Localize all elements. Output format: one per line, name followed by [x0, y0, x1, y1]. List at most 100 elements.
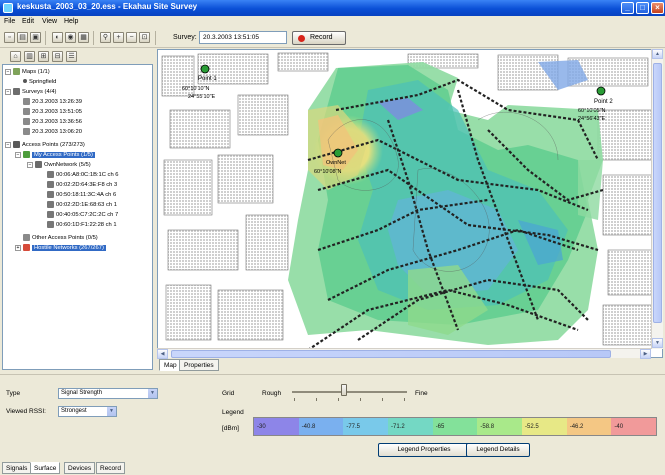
- tree-node-survey[interactable]: 20.3.2003 13:51:05: [23, 108, 82, 118]
- tree-node-ap[interactable]: 00:02:2D:64:3E:F8 ch 3: [47, 181, 117, 191]
- record-button[interactable]: Record: [292, 31, 346, 45]
- slider-tick: [316, 398, 317, 401]
- tree-node-label: Hostile Networks (267/267): [32, 245, 106, 252]
- grid-slider-track[interactable]: [292, 391, 407, 393]
- tab-properties[interactable]: Properties: [179, 359, 219, 371]
- tab-signals[interactable]: Signals: [2, 462, 32, 474]
- zoom-in-icon[interactable]: +: [113, 32, 124, 43]
- tree-filter-icon[interactable]: ☰: [66, 51, 77, 62]
- tree-node-ap-group[interactable]: − OwnNetwork (5/5): [27, 161, 91, 171]
- close-button[interactable]: ×: [651, 2, 664, 14]
- tree-node-label: 00:50:18:11:3C:4A ch 6: [56, 192, 117, 199]
- rough-label: Rough: [262, 390, 282, 397]
- point-2-marker[interactable]: [596, 86, 606, 96]
- open-project-icon[interactable]: ▤: [17, 32, 28, 43]
- map-view[interactable]: Point 1 60°10'10"N 24°55'10"E Point 2 60…: [157, 49, 663, 358]
- tree-node-map-item[interactable]: Springfield: [23, 78, 56, 88]
- tree-node-maps[interactable]: − Maps (1/1): [5, 68, 50, 78]
- survey-select[interactable]: 20.3.2003 13:51:05: [199, 31, 287, 44]
- tree-node-access-points[interactable]: − Access Points (273/273): [5, 141, 85, 151]
- settings-icon[interactable]: ▦: [78, 32, 89, 43]
- tree-node-my-aps[interactable]: − My Access Points (1/5): [15, 151, 95, 161]
- maximize-button[interactable]: □: [636, 2, 649, 14]
- grid-slider-thumb[interactable]: [340, 384, 347, 396]
- tree-node-survey[interactable]: 20.3.2003 13:36:56: [23, 118, 82, 128]
- access-point-marker[interactable]: [333, 148, 343, 158]
- tree-map-icon[interactable]: ▥: [24, 51, 35, 62]
- tree-node-ap[interactable]: 00:40:05:C7:2C:2C ch 7: [47, 211, 118, 221]
- window-title: keskusta_2003_03_20.ess - Ekahau Site Su…: [17, 2, 198, 11]
- access-point-label: OwnNet: [326, 160, 346, 166]
- tree-node-other-aps[interactable]: Other Access Points (0/5): [23, 234, 98, 244]
- tab-surface[interactable]: Surface: [30, 462, 61, 474]
- tree-node-label: My Access Points (1/5): [32, 152, 95, 159]
- tab-record[interactable]: Record: [96, 462, 125, 474]
- tree-node-ap[interactable]: 00:50:18:11:3C:4A ch 6: [47, 191, 116, 201]
- scroll-left-icon[interactable]: ◀: [157, 349, 168, 359]
- scroll-thumb[interactable]: [653, 63, 662, 323]
- chevron-down-icon: ▼: [148, 389, 157, 398]
- point-1-label: Point 1: [198, 76, 217, 82]
- survey-icon[interactable]: ◐: [52, 32, 63, 43]
- scroll-up-icon[interactable]: ▲: [652, 49, 663, 59]
- collapse-icon[interactable]: −: [5, 68, 11, 75]
- tree-node-ap[interactable]: 00:02:2D:1E:68:63 ch 1: [47, 201, 117, 211]
- collapse-icon[interactable]: −: [27, 161, 33, 168]
- collapse-icon[interactable]: −: [15, 151, 21, 158]
- fine-label: Fine: [415, 390, 428, 397]
- tree-node-survey[interactable]: 20.3.2003 13:26:39: [23, 98, 82, 108]
- tree-node-label: 20.3.2003 13:51:05: [32, 109, 82, 116]
- legend-details-button[interactable]: Legend Details: [466, 443, 530, 457]
- tree-node-label: Springfield: [29, 79, 57, 85]
- menu-file[interactable]: File: [4, 18, 15, 25]
- slider-tick: [360, 398, 361, 401]
- scroll-right-icon[interactable]: ▶: [640, 349, 651, 359]
- new-project-icon[interactable]: ▫: [4, 32, 15, 43]
- tree-node-survey[interactable]: 20.3.2003 13:06:20: [23, 128, 82, 138]
- tree-node-hostile[interactable]: + Hostile Networks (267/267): [15, 244, 106, 254]
- map-horizontal-scrollbar[interactable]: ◀ ▶: [157, 348, 651, 359]
- access-point-icon: [47, 171, 54, 178]
- menu-edit[interactable]: Edit: [22, 18, 34, 25]
- app-icon: [3, 3, 13, 13]
- collapse-icon[interactable]: −: [5, 141, 11, 148]
- survey-folder-icon: [13, 88, 20, 95]
- viewed-rssi-label: Viewed RSSI:: [6, 408, 46, 415]
- network-icon: [35, 161, 42, 168]
- tree-node-ap[interactable]: 00:06:A8:0C:1B:1C ch 6: [47, 171, 119, 181]
- tree-node-surveys[interactable]: − Surveys (4/4): [5, 88, 56, 98]
- collapse-icon[interactable]: −: [5, 88, 11, 95]
- tree-expand-icon[interactable]: ⊞: [38, 51, 49, 62]
- scroll-down-icon[interactable]: ▼: [652, 338, 663, 348]
- type-select[interactable]: Signal Strength ▼: [58, 388, 158, 399]
- access-point-icon: [47, 191, 54, 198]
- point-1-marker[interactable]: [200, 64, 210, 74]
- access-point-icon[interactable]: ◉: [65, 32, 76, 43]
- minimize-button[interactable]: _: [621, 2, 634, 14]
- legend-properties-button[interactable]: Legend Properties: [378, 443, 470, 457]
- tree-node-ap[interactable]: 00:60:1D:F1:22:28 ch 1: [47, 221, 117, 231]
- save-project-icon[interactable]: ▣: [30, 32, 41, 43]
- tab-devices[interactable]: Devices: [64, 462, 96, 474]
- menu-help[interactable]: Help: [64, 18, 78, 25]
- scroll-thumb[interactable]: [171, 350, 611, 358]
- point-2-label: Point 2: [594, 99, 613, 105]
- tree-node-label: Access Points (273/273): [22, 142, 85, 149]
- zoom-out-icon[interactable]: −: [126, 32, 137, 43]
- viewed-rssi-select[interactable]: Strongest ▼: [58, 406, 117, 417]
- zoom-icon[interactable]: ⚲: [100, 32, 111, 43]
- map-vertical-scrollbar[interactable]: ▲ ▼: [651, 49, 663, 349]
- tree-node-label: 00:02:2D:64:3E:F8 ch 3: [56, 182, 118, 189]
- tree-collapse-icon[interactable]: ⊟: [52, 51, 63, 62]
- menu-view[interactable]: View: [42, 18, 57, 25]
- tree-node-label: Other Access Points (0/5): [32, 235, 98, 242]
- legend-cell: -40: [611, 418, 657, 435]
- legend-cell: -58.8: [477, 418, 523, 435]
- toolbar: ▫ ▤ ▣ ◐ ◉ ▦ ⚲ + − ⊡ Survey: 20.3.2003 13…: [0, 28, 665, 48]
- legend-cell: -65: [432, 418, 478, 435]
- expand-icon[interactable]: +: [15, 244, 21, 251]
- tree-node-label: OwnNetwork (5/5): [44, 162, 91, 169]
- zoom-fit-icon[interactable]: ⊡: [139, 32, 150, 43]
- survey-icon: [23, 108, 30, 115]
- tree-home-icon[interactable]: ⌂: [10, 51, 21, 62]
